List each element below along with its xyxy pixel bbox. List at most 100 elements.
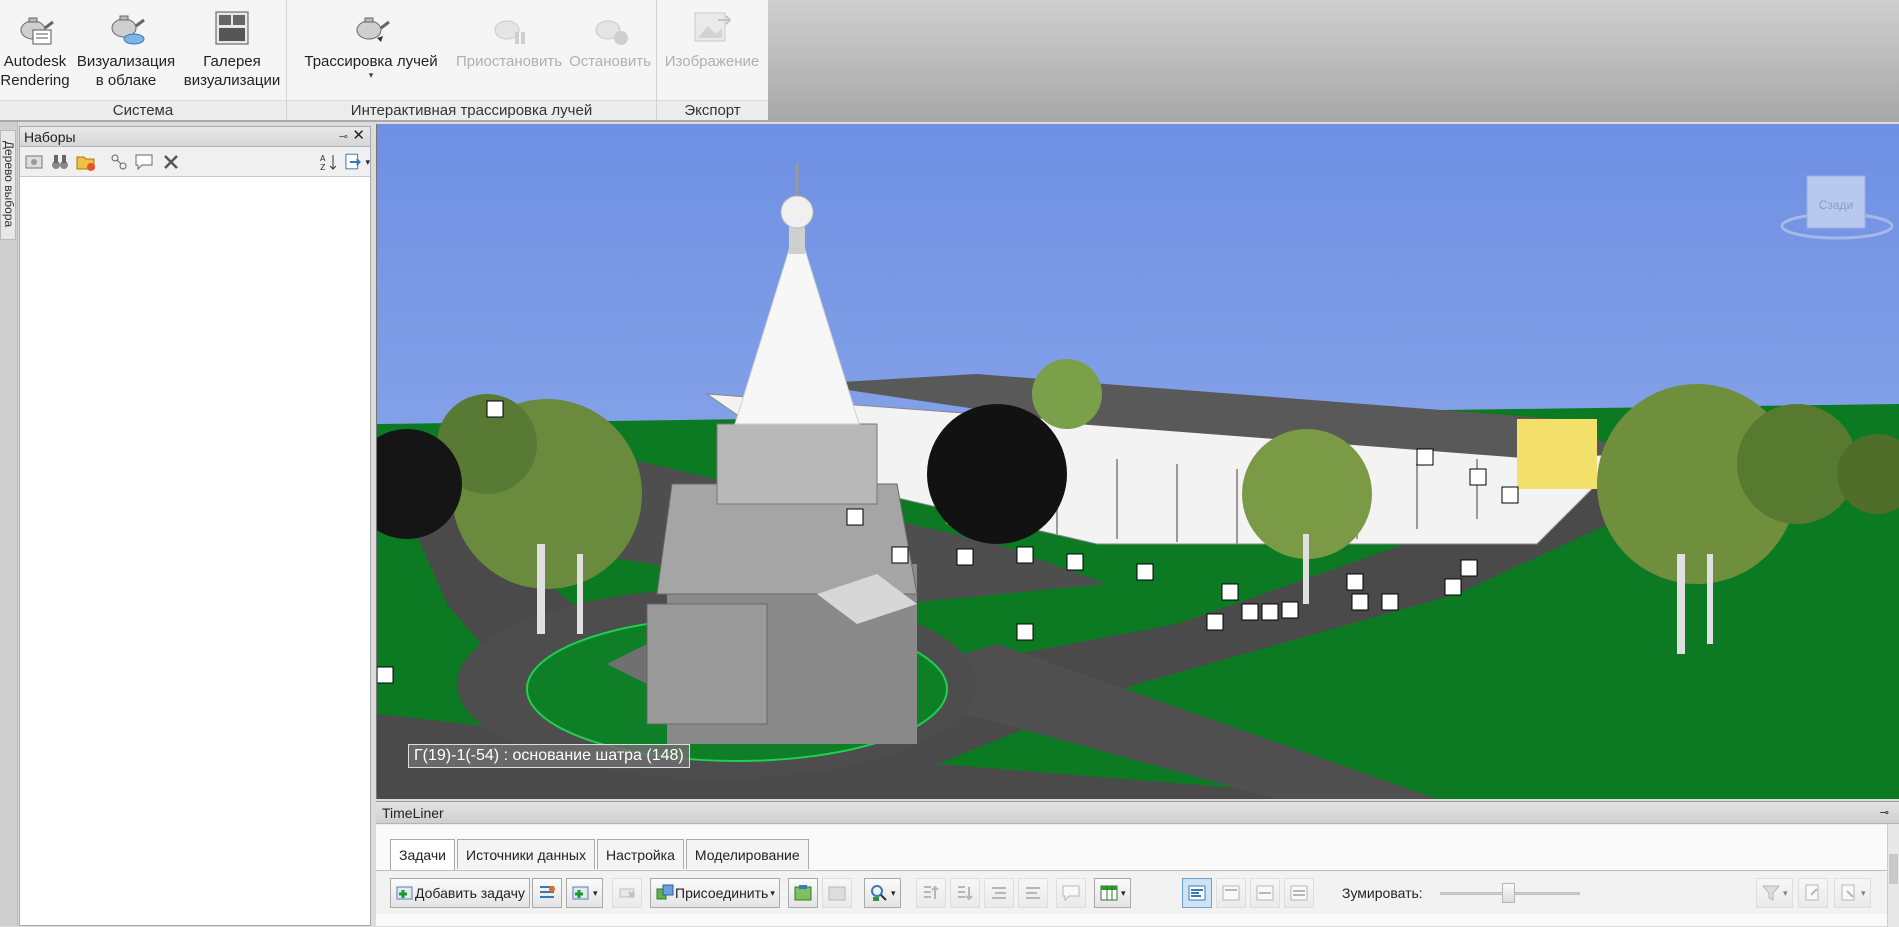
outdent-button[interactable] (1018, 878, 1048, 908)
delete-task-button[interactable] (612, 878, 642, 908)
add-comment-button[interactable] (133, 151, 155, 173)
raytrace-button[interactable]: Трассировка лучей ▾ (301, 8, 441, 80)
selection-tree-tab[interactable]: Дерево выбора (0, 130, 16, 240)
detach-button[interactable] (822, 878, 852, 908)
timeliner-body: Задачи Источники данных Настройка Модели… (376, 825, 1899, 926)
indent-button[interactable] (984, 878, 1014, 908)
ribbon-group-label: Экспорт (657, 100, 768, 120)
export-image-label: Изображение (664, 53, 760, 70)
raytrace-label: Трассировка лучей (304, 53, 438, 70)
export-button[interactable]: ▾ (1834, 878, 1871, 908)
planned-view-icon (1222, 885, 1240, 901)
duplicate-button[interactable] (108, 151, 130, 173)
import-button[interactable] (1798, 878, 1828, 908)
timeliner-scrollbar[interactable] (1887, 824, 1899, 927)
import-export-button[interactable]: ▾ (344, 151, 370, 173)
tab-configure[interactable]: Настройка (596, 839, 684, 869)
scrollbar-thumb[interactable] (1889, 854, 1898, 884)
sets-panel: Наборы ⊸ ✕ AZ ▾ (19, 126, 371, 926)
compare-view-icon (1290, 885, 1308, 901)
view-gantt-button[interactable] (1182, 878, 1212, 908)
raytrace-teapot-icon (356, 17, 390, 42)
new-folder-icon (76, 156, 95, 171)
export-image-button[interactable]: Изображение (659, 8, 765, 71)
import-icon (1805, 884, 1819, 901)
pin-icon[interactable]: ⊸ (1880, 802, 1889, 824)
tab-tasks[interactable]: Задачи (390, 839, 456, 870)
chevron-down-icon: ▾ (770, 887, 775, 898)
teapot-rendering-icon (20, 17, 54, 45)
add-task-label: Добавить задачу (415, 885, 525, 901)
ribbon-group-label: Интерактивная трассировка лучей (287, 100, 656, 120)
add-task-button[interactable]: Добавить задачу (390, 878, 530, 908)
svg-text:Z: Z (320, 163, 326, 172)
ribbon-panel: Autodesk Rendering Визуализация в облаке… (0, 0, 768, 120)
auto-attach-icon (794, 885, 812, 901)
save-search-button[interactable] (49, 151, 71, 173)
delete-button[interactable] (160, 151, 182, 173)
auto-add-tasks-button[interactable]: ▾ (566, 878, 603, 908)
3d-viewport[interactable]: Сзади Г(19)-1(-54) : основание шатра (14… (376, 124, 1899, 799)
attach-button[interactable]: Присоединить ▾ (650, 878, 780, 908)
auto-add-icon (572, 886, 589, 900)
add-task-icon (396, 886, 413, 900)
autodesk-rendering-button[interactable]: Autodesk Rendering (0, 8, 70, 90)
timeliner-toolbar: Добавить задачу ▾ Присоединить ▾ ▾ ▾ Зум… (376, 870, 1899, 914)
cloud-rendering-label: Визуализация в облаке (76, 53, 176, 89)
timeliner-header: TimeLiner ⊸ (376, 802, 1899, 824)
yellow-building (1517, 419, 1597, 489)
cloud-rendering-button[interactable]: Визуализация в облаке (74, 8, 178, 90)
outdent-icon (1026, 887, 1040, 899)
columns-button[interactable]: ▾ (1094, 878, 1131, 908)
ribbon-group-label: Система (0, 100, 286, 120)
left-dock-strip (0, 122, 18, 926)
render-gallery-label: Галерея визуализации (183, 53, 281, 89)
svg-text:A: A (320, 154, 326, 163)
teapot-cloud-icon (111, 15, 145, 45)
add-comment-button[interactable] (1056, 878, 1086, 908)
new-folder-button[interactable] (75, 151, 97, 173)
filter-icon (1761, 885, 1781, 901)
insert-task-button[interactable] (532, 878, 562, 908)
tab-data-sources[interactable]: Источники данных (457, 839, 595, 869)
raytrace-dropdown-caret[interactable]: ▾ (301, 71, 441, 80)
save-selection-button[interactable] (23, 151, 45, 173)
ribbon-group-system: Autodesk Rendering Визуализация в облаке… (0, 0, 287, 120)
3d-scene[interactable]: Сзади (377, 124, 1899, 799)
pin-icon[interactable]: ⊸ (339, 127, 348, 147)
columns-icon (1100, 885, 1118, 901)
gantt-view-icon (1188, 885, 1206, 901)
zoom-slider-thumb[interactable] (1502, 883, 1515, 903)
pause-button[interactable]: Приостановить (453, 8, 565, 71)
viewcube-label: Сзади (1819, 198, 1854, 212)
close-icon[interactable]: ✕ (352, 126, 365, 146)
find-items-icon (871, 885, 887, 901)
sets-panel-title: Наборы (24, 129, 76, 145)
tab-simulate[interactable]: Моделирование (685, 839, 809, 869)
attach-label: Присоединить (675, 885, 769, 901)
find-items-button[interactable]: ▾ (864, 878, 901, 908)
view-compare-button[interactable] (1284, 878, 1314, 908)
stop-label: Остановить (569, 53, 651, 70)
stop-teapot-icon (595, 20, 628, 45)
delete-task-icon (619, 888, 635, 898)
sets-toolbar: AZ ▾ (20, 147, 370, 177)
filter-button[interactable]: ▾ (1756, 878, 1793, 908)
level-down-button[interactable] (950, 878, 980, 908)
delete-icon (164, 155, 178, 169)
stop-button[interactable]: Остановить (567, 8, 653, 71)
comment-icon (135, 154, 153, 171)
pause-teapot-icon (494, 20, 525, 44)
view-planned-button[interactable] (1216, 878, 1246, 908)
auto-attach-button[interactable] (788, 878, 818, 908)
timeliner-tabs: Задачи Источники данных Настройка Модели… (390, 839, 811, 870)
binoculars-icon (52, 155, 68, 169)
insert-task-icon (540, 886, 555, 898)
render-gallery-button[interactable]: Галерея визуализации (180, 8, 284, 90)
actual-view-icon (1256, 885, 1274, 901)
level-up-button[interactable] (916, 878, 946, 908)
indent-icon (992, 887, 1006, 899)
view-actual-button[interactable] (1250, 878, 1280, 908)
level-down-icon (958, 886, 973, 901)
sort-button[interactable]: AZ (318, 151, 340, 173)
